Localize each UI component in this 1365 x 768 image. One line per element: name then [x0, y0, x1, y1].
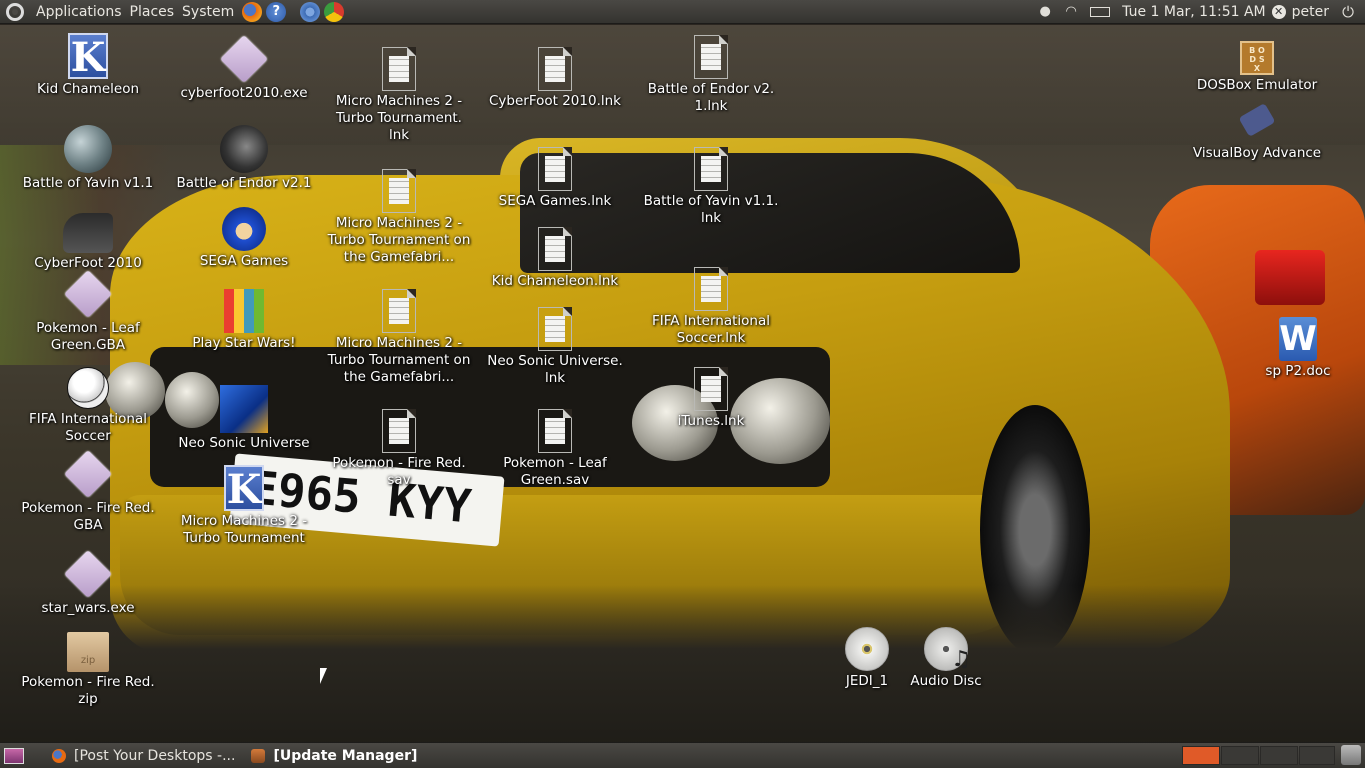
- bottom-panel: [Post Your Desktops -... [Update Manager…: [0, 742, 1365, 768]
- desktop-icon-battle-of-endor[interactable]: Battle of Endor v2.1: [169, 125, 319, 192]
- desktop-icon-sega-games[interactable]: SEGA Games: [169, 207, 319, 270]
- sonic-icon: [222, 207, 266, 251]
- wallpaper-floor: [0, 585, 1365, 742]
- workspace-1[interactable]: [1182, 746, 1220, 765]
- workspace-3[interactable]: [1260, 746, 1298, 765]
- desktop-icon-kid-chameleon[interactable]: K Kid Chameleon: [13, 33, 163, 98]
- firefox-launcher-icon[interactable]: [242, 1, 263, 22]
- system-tray: ● ◠ Tue 1 Mar, 11:51 AM ✕ peter ⏻: [1032, 0, 1365, 24]
- desktop-icon-cyberfoot2010-exe[interactable]: cyberfoot2010.exe: [169, 34, 319, 102]
- help-icon[interactable]: ?: [266, 1, 287, 22]
- death-star-icon: [64, 125, 112, 173]
- document-icon: [538, 409, 572, 453]
- desktop-icon-dosbox[interactable]: B OD SX DOSBox Emulator: [1182, 41, 1332, 94]
- user-name[interactable]: peter: [1292, 4, 1329, 20]
- desktop-icon-battle-of-yavin-lnk[interactable]: Battle of Yavin v1.1. lnk: [636, 145, 786, 227]
- chromium-launcher-icon[interactable]: [300, 1, 321, 22]
- football-boot-icon: [63, 213, 113, 253]
- user-status-icon[interactable]: ✕: [1271, 5, 1286, 19]
- menu-places[interactable]: Places: [126, 0, 179, 24]
- desktop-icon-pokemon-leaf-green-gba[interactable]: Pokemon - Leaf Green.GBA: [13, 269, 163, 354]
- executable-icon: [63, 269, 113, 319]
- document-icon: [694, 147, 728, 191]
- desktop-icon-visualboy-advance[interactable]: VisualBoy Advance: [1182, 97, 1332, 162]
- kde-icon: K: [68, 33, 108, 81]
- indicator-icon[interactable]: ●: [1038, 5, 1052, 19]
- desktop-icon-battle-of-endor-lnk[interactable]: Battle of Endor v2. 1.lnk: [636, 33, 786, 115]
- desktop-icon-play-star-wars[interactable]: Play Star Wars!: [169, 289, 319, 352]
- document-icon: [538, 307, 572, 351]
- wallpaper-tail-light: [1255, 250, 1325, 305]
- document-icon: [382, 169, 416, 213]
- desktop-icon-battle-of-yavin[interactable]: Battle of Yavin v1.1: [13, 125, 163, 192]
- mouse-cursor: [320, 668, 327, 684]
- top-panel: Applications Places System ? ● ◠ Tue 1 M…: [0, 0, 1365, 24]
- soccer-ball-icon: [67, 367, 109, 409]
- wifi-icon[interactable]: ◠: [1064, 5, 1078, 19]
- document-icon: [694, 267, 728, 311]
- death-star-icon: [220, 125, 268, 173]
- desktop-icon-micro-machines-lnk[interactable]: Micro Machines 2 - Turbo Tournament. lnk: [324, 45, 474, 144]
- menu-system[interactable]: System: [178, 0, 238, 24]
- desktop-icon-neo-sonic-universe[interactable]: Neo Sonic Universe: [169, 385, 319, 452]
- gameboy-icon: [1238, 102, 1276, 138]
- power-icon[interactable]: ⏻: [1341, 5, 1355, 20]
- desktop-icon-kid-chameleon-lnk[interactable]: Kid Chameleon.lnk: [480, 225, 630, 290]
- desktop-icon-audio-disc[interactable]: Audio Disc: [871, 627, 1021, 690]
- clock[interactable]: Tue 1 Mar, 11:51 AM: [1122, 4, 1266, 20]
- desktop[interactable]: E965 KYY K Kid Chameleon Battle of Yavin…: [0, 25, 1365, 742]
- taskbar-item-firefox[interactable]: [Post Your Desktops -...: [44, 745, 243, 767]
- desktop-icon-cyberfoot-2010[interactable]: CyberFoot 2010: [13, 213, 163, 272]
- desktop-icon-cyberfoot-2010-lnk[interactable]: CyberFoot 2010.lnk: [480, 45, 630, 110]
- executable-icon: [219, 34, 269, 84]
- word-document-icon: W: [1279, 317, 1317, 361]
- update-manager-icon: [251, 748, 266, 763]
- executable-icon: [63, 549, 113, 599]
- desktop-icon-star-wars-exe[interactable]: star_wars.exe: [13, 549, 163, 617]
- zip-archive-icon: zip: [67, 632, 109, 672]
- sprite-icon: [224, 289, 264, 333]
- document-icon: [538, 227, 572, 271]
- ubuntu-logo-icon[interactable]: [6, 2, 24, 21]
- workspace-2[interactable]: [1221, 746, 1259, 765]
- desktop-icon-micro-machines-gamefabrique-1[interactable]: Micro Machines 2 - Turbo Tournament on t…: [324, 167, 474, 266]
- document-icon: [538, 47, 572, 91]
- document-icon: [382, 409, 416, 453]
- desktop-icon-pokemon-fire-red-sav[interactable]: Pokemon - Fire Red. sav: [324, 407, 474, 489]
- desktop-icon-micro-machines-2[interactable]: K Micro Machines 2 - Turbo Tournament: [169, 465, 319, 547]
- battery-icon[interactable]: [1090, 7, 1111, 17]
- trash-icon[interactable]: [1341, 745, 1361, 765]
- firefox-icon: [52, 748, 66, 763]
- kde-icon: K: [224, 465, 264, 513]
- document-icon: [538, 147, 572, 191]
- show-desktop-button[interactable]: [4, 747, 24, 764]
- sonic-art-icon: [220, 385, 268, 433]
- workspace-4[interactable]: [1299, 746, 1335, 765]
- document-icon: [382, 47, 416, 91]
- document-icon: [694, 367, 728, 411]
- desktop-icon-pokemon-leaf-green-sav[interactable]: Pokemon - Leaf Green.sav: [480, 407, 630, 489]
- dosbox-icon: B OD SX: [1240, 41, 1274, 75]
- document-icon: [694, 35, 728, 79]
- menu-applications[interactable]: Applications: [32, 0, 126, 24]
- desktop-icon-micro-machines-gamefabrique-2[interactable]: Micro Machines 2 - Turbo Tournament on t…: [324, 287, 474, 386]
- document-icon: [382, 289, 416, 333]
- executable-icon: [63, 449, 113, 499]
- audio-disc-icon: [924, 627, 971, 672]
- desktop-icon-itunes-lnk[interactable]: iTunes.lnk: [636, 365, 786, 430]
- desktop-icon-neo-sonic-universe-lnk[interactable]: Neo Sonic Universe. lnk: [480, 305, 630, 387]
- desktop-icon-sega-games-lnk[interactable]: SEGA Games.lnk: [480, 145, 630, 210]
- desktop-icon-fifa-international-soccer[interactable]: FIFA International Soccer: [13, 367, 163, 445]
- desktop-icon-fifa-lnk[interactable]: FIFA International Soccer.lnk: [636, 265, 786, 347]
- desktop-icon-pokemon-fire-red-zip[interactable]: zip Pokemon - Fire Red. zip: [13, 632, 163, 708]
- chrome-launcher-icon[interactable]: [324, 1, 345, 22]
- desktop-icon-sp-p2-doc[interactable]: W sp P2.doc: [1223, 317, 1365, 380]
- desktop-icon-pokemon-fire-red-gba[interactable]: Pokemon - Fire Red. GBA: [13, 449, 163, 534]
- taskbar-item-update-manager[interactable]: [Update Manager]: [243, 745, 425, 767]
